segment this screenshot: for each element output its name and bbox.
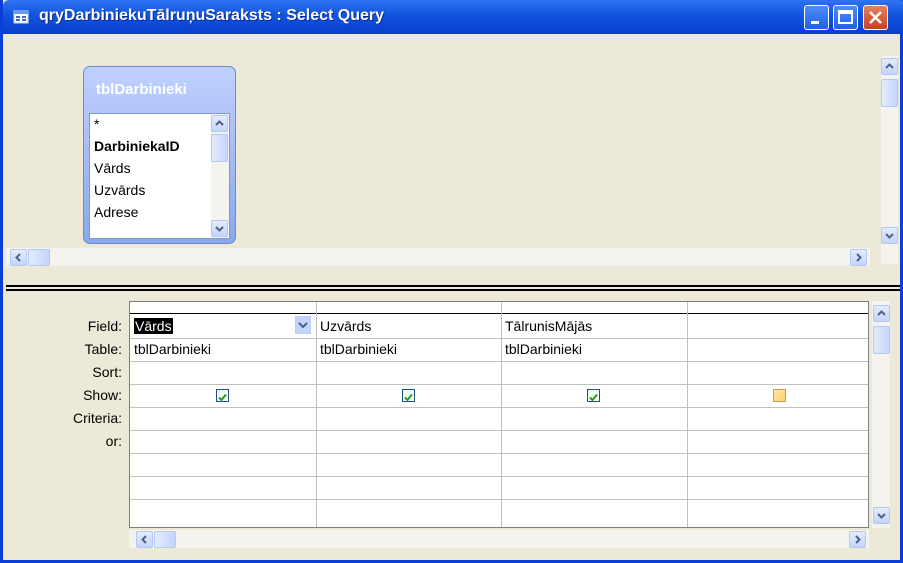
grid-horizontal-scrollbar[interactable]: [129, 530, 869, 548]
grid-line: [130, 453, 868, 454]
field-item-vards[interactable]: Vārds: [94, 160, 131, 176]
row-label-table: Table:: [84, 341, 122, 357]
close-button[interactable]: [863, 5, 888, 30]
query-icon: [13, 9, 31, 25]
grid-field-cell-3[interactable]: TālrunisMājās: [505, 318, 592, 334]
chevron-down-icon[interactable]: [294, 315, 312, 335]
table-field-list-window[interactable]: tblDarbinieki * DarbiniekaID Vārds Uzvār…: [83, 66, 236, 244]
scroll-down-button[interactable]: [873, 507, 890, 524]
grid-line: [130, 499, 868, 500]
title-bar[interactable]: qryDarbiniekuTālruņuSaraksts : Select Qu…: [3, 0, 903, 34]
field-item-adrese[interactable]: Adrese: [94, 204, 138, 220]
scroll-right-button[interactable]: [849, 531, 866, 548]
scroll-thumb[interactable]: [28, 249, 50, 266]
table-pane: tblDarbinieki * DarbiniekaID Vārds Uzvār…: [6, 34, 900, 284]
grid-table-cell-1[interactable]: tblDarbinieki: [134, 341, 211, 357]
scroll-up-button[interactable]: [211, 115, 228, 132]
scroll-up-button[interactable]: [873, 305, 890, 322]
field-item-all[interactable]: *: [94, 116, 99, 132]
scroll-down-button[interactable]: [881, 227, 898, 244]
grid-table-cell-3[interactable]: tblDarbinieki: [505, 341, 582, 357]
grid-line: [130, 430, 868, 431]
show-checkbox-2[interactable]: [402, 389, 415, 402]
grid-line: [130, 338, 868, 339]
show-checkbox-4[interactable]: [773, 389, 786, 402]
scroll-left-button[interactable]: [136, 531, 153, 548]
scroll-thumb[interactable]: [154, 531, 176, 548]
grid-table-cell-2[interactable]: tblDarbinieki: [320, 341, 397, 357]
show-checkbox-1[interactable]: [216, 389, 229, 402]
grid-line: [130, 384, 868, 385]
pane-splitter[interactable]: [6, 285, 900, 291]
grid-line: [316, 302, 317, 527]
field-item-uzvards[interactable]: Uzvārds: [94, 182, 145, 198]
scroll-thumb[interactable]: [881, 79, 898, 107]
grid-field-cell-1[interactable]: Vārds: [134, 318, 173, 334]
minimize-button[interactable]: [804, 5, 829, 30]
maximize-button[interactable]: [833, 5, 858, 30]
design-grid-pane: Field: Table: Sort: Show: Criteria: or: …: [6, 293, 900, 560]
grid-line: [687, 302, 688, 527]
query-design-grid[interactable]: Vārds tblDarbinieki Uzvārds tblDarbiniek…: [129, 301, 869, 528]
grid-line: [130, 361, 868, 362]
grid-field-cell-2[interactable]: Uzvārds: [320, 318, 371, 334]
scroll-up-button[interactable]: [881, 58, 898, 75]
row-label-criteria: Criteria:: [72, 410, 122, 426]
row-label-show: Show:: [83, 387, 122, 403]
row-label-field: Field:: [87, 318, 122, 334]
row-label-sort: Sort:: [92, 364, 122, 380]
query-window: qryDarbiniekuTālruņuSaraksts : Select Qu…: [0, 0, 903, 563]
scroll-right-button[interactable]: [850, 249, 867, 266]
window-title: qryDarbiniekuTālruņuSaraksts : Select Qu…: [39, 7, 385, 24]
row-label-or: or:: [105, 433, 122, 449]
grid-line: [130, 407, 868, 408]
field-item-darbiniekaid[interactable]: DarbiniekaID: [94, 138, 180, 154]
grid-line: [501, 302, 502, 527]
grid-line: [130, 313, 868, 314]
grid-line: [130, 476, 868, 477]
upper-horizontal-scrollbar[interactable]: [6, 248, 870, 266]
scroll-left-button[interactable]: [10, 249, 27, 266]
scroll-thumb[interactable]: [873, 326, 890, 354]
field-list[interactable]: * DarbiniekaID Vārds Uzvārds Adrese: [89, 113, 230, 239]
scroll-thumb[interactable]: [211, 134, 228, 162]
table-name: tblDarbinieki: [96, 81, 187, 98]
scroll-down-button[interactable]: [211, 220, 228, 237]
show-checkbox-3[interactable]: [587, 389, 600, 402]
